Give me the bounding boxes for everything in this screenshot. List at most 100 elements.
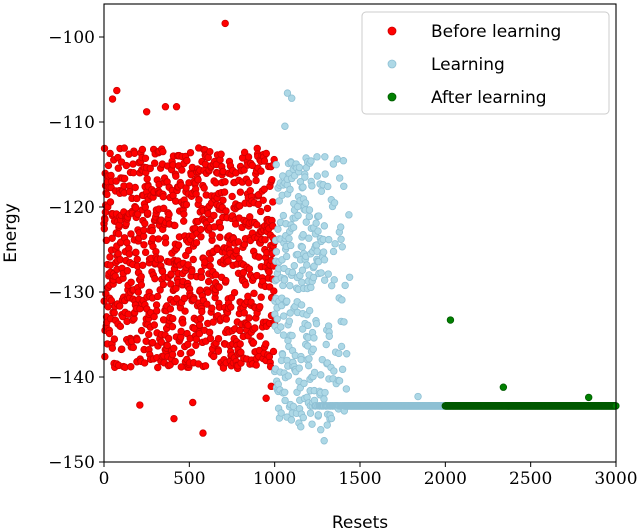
before-learning-point — [153, 292, 162, 301]
before-learning-point — [140, 241, 148, 249]
before-learning-point — [143, 209, 152, 217]
learning-point — [305, 212, 314, 221]
before-learning-point — [159, 147, 167, 156]
before-learning-point — [156, 255, 165, 263]
before-learning-point — [170, 344, 178, 353]
before-learning-point — [104, 161, 113, 170]
before-learning-point — [230, 288, 239, 297]
before-learning-point — [141, 219, 149, 228]
before-learning-point — [168, 323, 177, 331]
before-learning-point — [110, 335, 119, 343]
before-learning-point — [137, 281, 146, 289]
before-learning-point — [118, 345, 126, 353]
before-learning-point — [219, 196, 227, 204]
before-learning-point — [249, 339, 258, 347]
learning-point — [310, 334, 318, 342]
learning-point — [294, 211, 302, 220]
before-learning-point — [159, 193, 167, 201]
before-learning-point — [136, 401, 144, 409]
learning-point — [286, 281, 294, 290]
before-learning-point — [101, 216, 109, 224]
before-learning-point — [251, 324, 259, 332]
before-learning-point — [192, 341, 200, 349]
after-learning-point — [446, 316, 455, 324]
learning-point — [324, 270, 332, 278]
before-learning-point — [181, 307, 189, 315]
learning-point — [330, 276, 338, 284]
x-tick-label: 1500 — [338, 469, 381, 489]
learning-point — [304, 321, 312, 330]
before-learning-point — [268, 175, 276, 184]
x-tick-label: 2500 — [509, 469, 552, 489]
before-learning-point — [161, 102, 170, 111]
learning-point — [305, 355, 313, 363]
learning-point — [287, 416, 296, 424]
before-learning-point — [262, 394, 270, 402]
before-learning-point — [151, 274, 159, 283]
before-learning-point — [217, 150, 225, 158]
before-learning-point — [176, 349, 185, 358]
before-learning-point — [197, 225, 205, 234]
before-learning-point — [263, 204, 272, 213]
before-learning-point — [215, 283, 223, 291]
before-learning-point — [134, 288, 143, 296]
before-learning-point — [127, 363, 135, 371]
learning-point — [313, 172, 322, 180]
before-learning-point — [265, 268, 273, 276]
before-learning-point — [255, 253, 263, 261]
learning-point — [298, 243, 307, 251]
before-learning-point — [113, 86, 121, 95]
before-learning-point — [208, 231, 216, 239]
before-learning-point — [154, 363, 162, 372]
learning-point — [298, 278, 306, 287]
learning-point — [300, 379, 308, 388]
before-learning-point — [139, 232, 148, 240]
before-learning-point — [206, 147, 214, 156]
learning-point — [288, 331, 296, 340]
before-learning-point — [198, 307, 206, 316]
before-learning-point — [179, 319, 187, 327]
learning-point — [289, 223, 298, 232]
before-learning-point — [189, 255, 197, 264]
before-learning-point — [108, 344, 117, 352]
before-learning-point — [244, 153, 253, 161]
learning-point — [279, 211, 288, 220]
x-axis: 0 500 1000 1500 2000 2500 3000 — [99, 462, 638, 489]
learning-point — [305, 206, 314, 214]
before-learning-point — [200, 184, 208, 192]
legend-label: After learning — [431, 88, 547, 108]
learning-point — [340, 182, 348, 190]
before-learning-point — [216, 233, 224, 241]
learning-point — [287, 241, 295, 250]
before-learning-point — [150, 159, 159, 167]
legend-marker — [387, 26, 397, 36]
before-learning-point — [222, 315, 231, 323]
learning-point — [285, 317, 294, 325]
learning-point — [320, 276, 329, 284]
before-learning-point — [250, 289, 258, 298]
learning-point — [301, 199, 310, 207]
before-learning-point — [245, 179, 253, 187]
before-learning-point — [110, 309, 118, 317]
before-learning-point — [133, 255, 141, 264]
before-learning-point — [124, 310, 132, 318]
before-learning-point — [269, 198, 277, 206]
learning-point — [342, 385, 351, 393]
y-tick-label: −130 — [48, 283, 95, 303]
before-learning-point — [194, 176, 202, 184]
before-learning-point — [236, 188, 245, 196]
before-learning-point — [257, 293, 265, 301]
before-learning-point — [221, 178, 229, 186]
before-learning-point — [114, 230, 123, 238]
before-learning-point — [220, 188, 229, 196]
learning-point — [335, 174, 344, 182]
learning-point — [272, 160, 280, 169]
learning-point — [308, 420, 316, 428]
before-learning-point — [137, 272, 145, 281]
before-learning-point — [172, 172, 180, 180]
before-learning-point — [130, 149, 139, 157]
learning-point — [337, 235, 345, 243]
learning-point — [303, 261, 311, 269]
before-learning-point — [138, 145, 147, 154]
learning-point — [338, 243, 346, 251]
